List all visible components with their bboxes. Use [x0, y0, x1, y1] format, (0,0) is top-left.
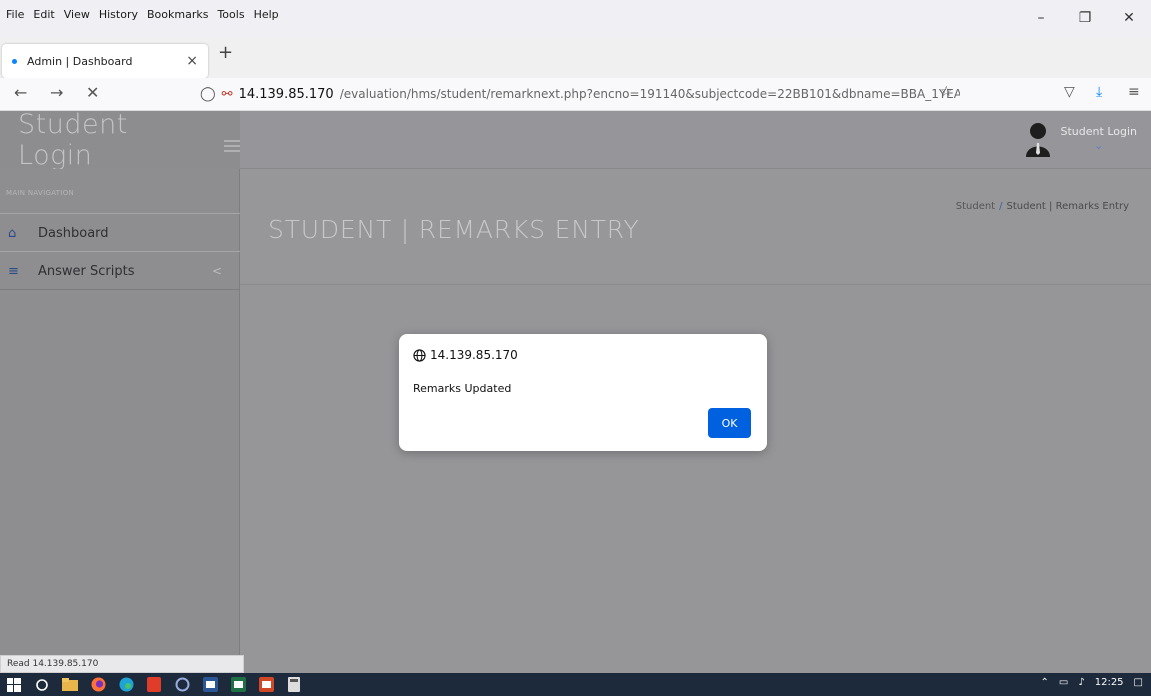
new-tab-icon[interactable]: + [218, 42, 233, 63]
insecure-lock-icon[interactable]: ⚯ [222, 87, 233, 102]
url-bar[interactable]: ◯ ⚯ 14.139.85.170/evaluation/hms/student… [200, 80, 960, 108]
page-title: STUDENT | REMARKS ENTRY [268, 215, 640, 244]
shield-icon[interactable]: ◯ [200, 86, 216, 102]
sidebar-item-dashboard[interactable]: ⌂ Dashboard [0, 215, 240, 251]
chevron-up-icon[interactable]: ⌃ [1040, 677, 1048, 688]
user-menu[interactable]: Student Login ⌄ [1023, 121, 1137, 157]
breadcrumb-root[interactable]: Student [956, 201, 995, 212]
sidebar-item-label: Dashboard [38, 225, 109, 241]
windows-start-icon[interactable] [0, 673, 28, 696]
hamburger-icon[interactable] [224, 140, 240, 152]
system-tray: ⌃ ▭ ♪ 12:25 □ [1040, 677, 1143, 688]
pocket-icon[interactable]: ▽ [1064, 84, 1075, 100]
forward-icon[interactable]: → [50, 83, 63, 102]
breadcrumb-separator: / [999, 201, 1003, 212]
back-icon[interactable]: ← [14, 83, 27, 102]
loading-dot-icon [12, 58, 17, 64]
sidebar-item-label: Answer Scripts [38, 263, 135, 279]
nav-header: MAIN NAVIGATION [6, 189, 75, 197]
dialog-host: 14.139.85.170 [430, 348, 518, 362]
edge-icon[interactable] [112, 673, 140, 696]
dialog-message: Remarks Updated [413, 382, 512, 395]
list-icon: ≡ [8, 263, 19, 279]
ok-button[interactable]: OK [708, 408, 751, 438]
sidebar-item-answer-scripts[interactable]: ≡ Answer Scripts < [0, 253, 240, 289]
sidebar: MAIN NAVIGATION ⌂ Dashboard ≡ Answer Scr… [0, 169, 240, 673]
chevron-down-icon: ⌄ [1094, 139, 1104, 152]
file-explorer-icon[interactable] [56, 673, 84, 696]
calculator-icon[interactable] [280, 673, 308, 696]
divider [0, 251, 240, 252]
volume-icon[interactable]: ♪ [1078, 677, 1084, 688]
top-header: Student Login ⌄ [240, 111, 1151, 169]
browser-status-bar: Read 14.139.85.170 [0, 655, 244, 673]
dialog-origin: 14.139.85.170 [413, 348, 518, 362]
divider [0, 289, 240, 290]
network-icon[interactable]: ▭ [1059, 677, 1068, 688]
breadcrumb-current: Student | Remarks Entry [1006, 201, 1129, 212]
url-host: 14.139.85.170 [238, 86, 334, 102]
chevron-left-icon: < [211, 264, 222, 278]
user-avatar-icon [1025, 123, 1050, 157]
pdf-reader-icon[interactable] [140, 673, 168, 696]
tab-strip: Admin | Dashboard × + [0, 10, 1151, 78]
powerpoint-icon[interactable] [252, 673, 280, 696]
word-icon[interactable] [196, 673, 224, 696]
app-icon[interactable] [168, 673, 196, 696]
url-path: /evaluation/hms/student/remarknext.php?e… [339, 87, 960, 101]
user-label: Student Login [1060, 125, 1137, 138]
stop-icon[interactable]: ✕ [86, 83, 99, 102]
divider [0, 213, 240, 214]
close-tab-icon[interactable]: × [186, 53, 198, 69]
excel-icon[interactable] [224, 673, 252, 696]
alert-dialog: 14.139.85.170 Remarks Updated OK [399, 334, 767, 451]
search-icon[interactable] [28, 673, 56, 696]
brand-logo-text: Student Login [18, 109, 128, 171]
brand-area: Student Login [0, 109, 240, 171]
windows-taskbar: ⌃ ▭ ♪ 12:25 □ [0, 673, 1151, 696]
globe-icon [413, 348, 426, 362]
content-header: STUDENT | REMARKS ENTRY Student / Student … [240, 169, 1151, 285]
home-icon: ⌂ [8, 225, 17, 241]
tab-title: Admin | Dashboard [27, 54, 133, 68]
tab-admin-dashboard[interactable]: Admin | Dashboard × [2, 44, 208, 78]
breadcrumb: Student / Student | Remarks Entry [956, 201, 1129, 212]
firefox-icon[interactable] [84, 673, 112, 696]
clock[interactable]: 12:25 [1095, 677, 1124, 688]
download-icon[interactable]: ⤓ [1096, 84, 1102, 100]
browser-navbar: ← → ✕ ◯ ⚯ 14.139.85.170/evaluation/hms/s… [0, 78, 1151, 111]
app-menu-icon[interactable]: ≡ [1128, 84, 1140, 100]
notification-icon[interactable]: □ [1134, 677, 1143, 688]
bookmark-star-icon[interactable]: ☆ [940, 84, 953, 100]
